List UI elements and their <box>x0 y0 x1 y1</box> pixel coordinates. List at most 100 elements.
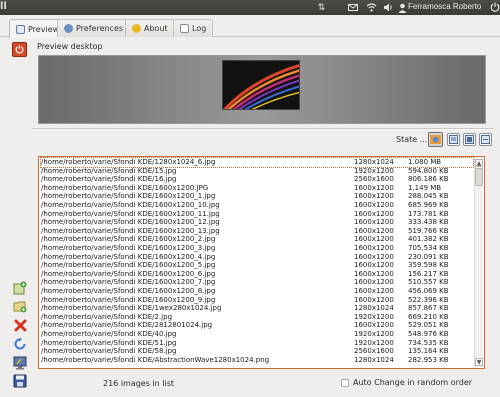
file-row[interactable]: /home/roberto/varie/Sfondi KDE/1600x1200… <box>41 278 473 287</box>
file-path-cell: /home/roberto/varie/Sfondi KDE/40.jpg <box>41 330 177 338</box>
log-file-icon <box>180 24 189 33</box>
file-path-cell: /home/roberto/varie/Sfondi KDE/1600x1200… <box>41 287 216 295</box>
file-size-cell: 282.953 KB <box>408 355 449 364</box>
file-res-cell: 1920x1200 <box>354 312 394 321</box>
file-path-cell: /home/roberto/varie/Sfondi KDE/16.jpg <box>41 175 177 184</box>
image-file-list[interactable]: /home/roberto/varie/Sfondi KDE/1280x1024… <box>38 156 485 369</box>
list-scrollbar[interactable]: ▲ ▼ <box>474 158 483 367</box>
volume-icon[interactable] <box>383 2 394 13</box>
refresh-icon <box>14 337 26 350</box>
file-path-cell: /home/roberto/varie/Sfondi KDE/2.jpg <box>41 312 173 321</box>
file-size-cell: 173.781 KB <box>408 209 449 218</box>
file-row[interactable]: /home/roberto/varie/Sfondi KDE/15.jpg 192… <box>41 167 473 176</box>
file-res-cell: 1600x1200 <box>354 192 394 201</box>
file-path-cell: /home/roberto/varie/Sfondi KDE/1600x1200… <box>41 252 216 261</box>
file-size-cell: 594.800 KB <box>408 166 449 175</box>
network-arrows-icon[interactable]: ⇅ <box>316 2 327 13</box>
file-size-cell: 288.045 KB <box>408 192 449 201</box>
scrollbar-thumb[interactable] <box>475 168 483 186</box>
file-row[interactable]: /home/roberto/varie/Sfondi KDE/1600x1200… <box>41 270 473 279</box>
refresh-button[interactable] <box>12 336 28 352</box>
tab-log[interactable]: Log <box>173 19 214 37</box>
tab-bar: Preview Preferences About Log <box>0 17 500 38</box>
tab-preferences[interactable]: Preferences <box>57 19 131 37</box>
file-row[interactable]: /home/roberto/varie/Sfondi KDE/1600x1200… <box>41 287 473 296</box>
file-path-cell: /home/roberto/varie/Sfondi KDE/1600x1200… <box>41 235 216 244</box>
file-row[interactable]: /home/roberto/varie/Sfondi KDE/1600x1200… <box>41 201 473 210</box>
user-name[interactable]: Ferramosca Roberto <box>408 2 481 11</box>
file-path-cell: /home/roberto/varie/Sfondi KDE/1600x1200… <box>41 209 220 218</box>
file-row[interactable]: /home/roberto/varie/Sfondi KDE/1280x1024… <box>40 157 474 168</box>
file-path-cell: /home/roberto/varie/Sfondi KDE/1280x1024… <box>41 158 216 166</box>
state-image-view-button[interactable] <box>428 132 443 147</box>
file-path-cell: /home/roberto/varie/Sfondi KDE/281280102… <box>41 321 213 330</box>
file-row[interactable]: /home/roberto/varie/Sfondi KDE/1600x1200… <box>41 261 473 270</box>
file-size-cell: 529.051 KB <box>408 321 449 330</box>
user-icon[interactable] <box>397 2 408 13</box>
gear-icon <box>64 24 73 33</box>
file-res-cell: 1600x1200 <box>354 201 394 209</box>
add-images-icon <box>13 281 27 295</box>
file-row[interactable]: /home/roberto/varie/Sfondi KDE/1600x1200… <box>41 210 473 219</box>
wifi-icon[interactable] <box>366 2 377 13</box>
scroll-down-arrow-icon[interactable]: ▼ <box>475 358 483 366</box>
file-res-cell: 1600x1200 <box>354 209 394 218</box>
file-row[interactable]: /home/roberto/varie/Sfondi KDE/1600x1200… <box>41 218 473 227</box>
file-path-cell: /home/roberto/varie/Sfondi KDE/1600x1200… <box>41 218 220 227</box>
file-path-cell: /home/roberto/varie/Sfondi KDE/1600x1200… <box>41 269 216 278</box>
file-size-cell: 135.164 KB <box>408 347 449 356</box>
wallpaper-thumbnail <box>222 60 300 110</box>
tab-about[interactable]: About <box>125 19 175 37</box>
file-row[interactable]: /home/roberto/varie/Sfondi KDE/1600x1200… <box>41 227 473 236</box>
file-row[interactable]: /home/roberto/varie/Sfondi KDE/1600x1200… <box>41 244 473 253</box>
file-res-cell: 1600x1200 <box>354 295 394 304</box>
file-size-cell: 1.080 MB <box>408 158 442 166</box>
file-row[interactable]: /home/roberto/varie/Sfondi KDE/1600x1200… <box>41 296 473 305</box>
preview-refresh-icon[interactable] <box>12 42 27 57</box>
file-size-cell: 156.217 KB <box>408 269 449 278</box>
file-size-cell: 230.091 KB <box>408 252 449 261</box>
file-res-cell: 1920x1200 <box>354 330 394 338</box>
file-row[interactable]: /home/roberto/varie/Sfondi KDE/2.jpg 1920… <box>41 313 473 322</box>
images-count-label: 216 images in list <box>103 379 175 388</box>
state-detail-view-button[interactable] <box>463 133 476 146</box>
file-res-cell: 1600x1200 <box>354 235 394 244</box>
file-row[interactable]: /home/roberto/varie/Sfondi KDE/1600x1200… <box>41 192 473 201</box>
file-row[interactable]: /home/roberto/varie/Sfondi KDE/1600x1200… <box>41 184 473 193</box>
file-row[interactable]: /home/roberto/varie/Sfondi KDE/16.jpg 256… <box>41 175 473 184</box>
add-folder-button[interactable] <box>12 298 28 314</box>
add-images-button[interactable] <box>12 280 28 296</box>
save-button[interactable] <box>12 373 28 389</box>
file-res-cell: 2560x1600 <box>354 347 394 356</box>
state-list-view-button[interactable] <box>447 133 460 146</box>
file-size-cell: 456.069 KB <box>408 287 449 295</box>
auto-change-label[interactable]: Auto Change in random order <box>353 378 472 387</box>
file-path-cell: /home/roberto/varie/Sfondi KDE/1600x1200… <box>41 295 216 304</box>
file-path-cell: /home/roberto/varie/Sfondi KDE/1wex280x1… <box>41 304 222 313</box>
state-icon-view-button[interactable] <box>479 133 492 146</box>
file-row[interactable]: /home/roberto/varie/Sfondi KDE/51.jpg 192… <box>41 339 473 348</box>
file-row[interactable]: /home/roberto/varie/Sfondi KDE/1600x1200… <box>41 253 473 262</box>
file-path-cell: /home/roberto/varie/Sfondi KDE/1600x1200… <box>41 226 220 235</box>
preview-tab-icon <box>16 24 25 34</box>
file-size-cell: 1.149 MB <box>408 183 442 192</box>
file-row[interactable]: /home/roberto/varie/Sfondi KDE/58.jpg 256… <box>41 347 473 356</box>
mail-icon[interactable] <box>347 2 358 13</box>
remove-button[interactable] <box>12 317 28 333</box>
file-path-cell: /home/roberto/varie/Sfondi KDE/1600x1200… <box>41 278 216 287</box>
file-row[interactable]: /home/roberto/varie/Sfondi KDE/40.jpg 192… <box>41 330 473 339</box>
file-row[interactable]: /home/roberto/varie/Sfondi KDE/281280102… <box>41 321 473 330</box>
set-wallpaper-button[interactable] <box>12 355 28 371</box>
file-res-cell: 1600x1200 <box>354 261 394 270</box>
auto-change-checkbox[interactable] <box>341 379 349 387</box>
file-path-cell: /home/roberto/varie/Sfondi KDE/58.jpg <box>41 347 177 356</box>
scroll-up-arrow-icon[interactable]: ▲ <box>475 159 483 167</box>
file-path-cell: /home/roberto/varie/Sfondi KDE/1600x1200… <box>41 183 209 192</box>
file-size-cell: 669.210 KB <box>408 312 449 321</box>
file-row[interactable]: /home/roberto/varie/Sfondi KDE/1wex280x1… <box>41 304 473 313</box>
power-icon[interactable] <box>490 2 500 13</box>
file-row[interactable]: /home/roberto/varie/Sfondi KDE/Abstracti… <box>41 356 473 365</box>
file-size-cell: 806.186 KB <box>408 175 449 184</box>
tab-label: Preview <box>28 24 60 34</box>
file-row[interactable]: /home/roberto/varie/Sfondi KDE/1600x1200… <box>41 235 473 244</box>
